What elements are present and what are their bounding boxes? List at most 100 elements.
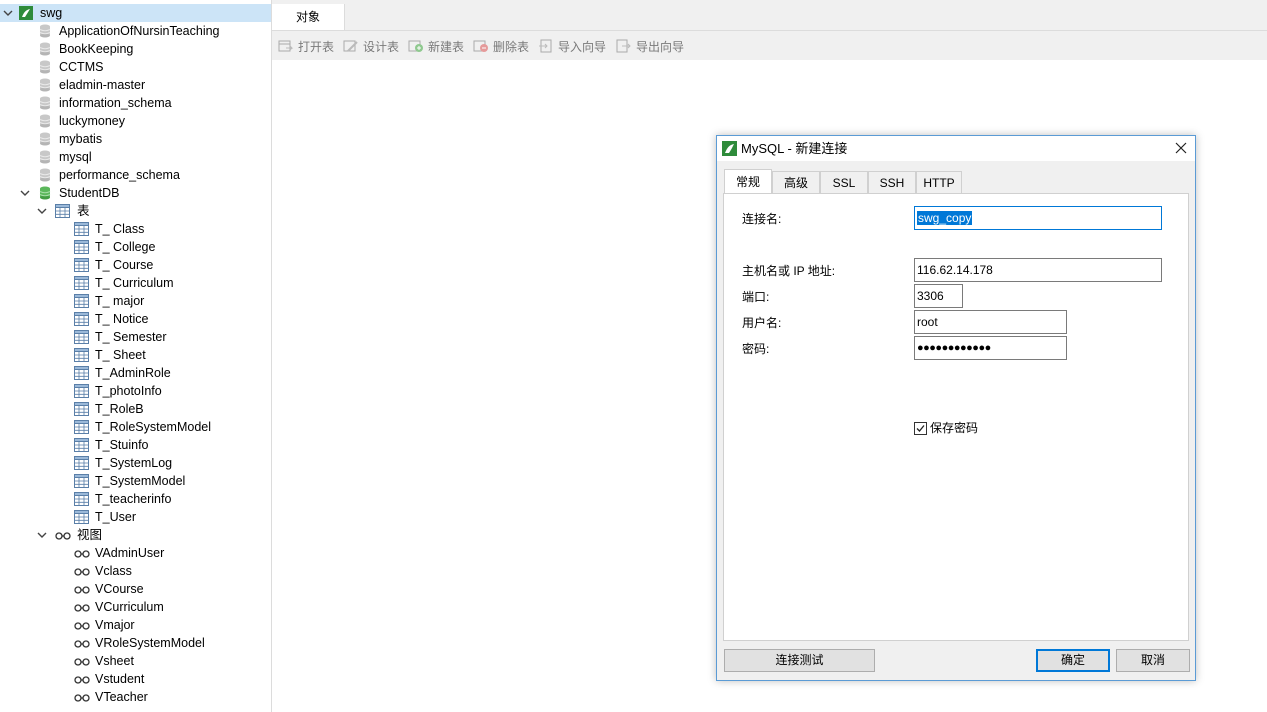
username-label: 用户名: — [742, 316, 782, 330]
tree-database[interactable]: performance_schema — [0, 166, 271, 184]
cancel-button[interactable]: 取消 — [1116, 649, 1190, 672]
connection-tree[interactable]: swg ApplicationOfNursinTeaching BookKeepi… — [0, 0, 272, 712]
tree-table[interactable]: T_ Semester — [0, 328, 271, 346]
chevron-down-icon[interactable] — [36, 526, 48, 544]
tree-folder-views-label: 视图 — [77, 528, 103, 542]
chevron-down-icon[interactable] — [19, 184, 31, 202]
tree-table[interactable]: T_AdminRole — [0, 364, 271, 382]
chevron-down-icon[interactable] — [36, 202, 48, 220]
database-icon — [39, 96, 53, 110]
host-input[interactable]: 116.62.14.178 — [914, 258, 1162, 282]
tree-view[interactable]: Vmajor — [0, 616, 271, 634]
tree-view[interactable]: VCurriculum — [0, 598, 271, 616]
table-icon — [74, 510, 89, 524]
delete-table-icon — [473, 40, 488, 52]
tab-objects[interactable]: 对象 — [272, 4, 345, 30]
view-icon — [74, 564, 90, 578]
password-input[interactable]: ●●●●●●●●●●●● — [914, 336, 1067, 360]
tree-table-label: T_RoleB — [95, 402, 144, 416]
dialog-tab-1[interactable]: 高级 — [772, 171, 820, 193]
save-password-checkbox[interactable] — [914, 422, 927, 435]
tree-view-label: VRoleSystemModel — [95, 636, 205, 650]
tree-table-label: T_SystemModel — [95, 474, 186, 488]
database-icon — [39, 168, 53, 182]
view-folder-icon — [55, 528, 71, 542]
table-icon — [74, 240, 89, 254]
view-icon — [74, 618, 90, 632]
database-icon — [39, 42, 53, 56]
tree-database[interactable]: eladmin-master — [0, 76, 271, 94]
tree-table[interactable]: T_Stuinfo — [0, 436, 271, 454]
database-icon — [39, 150, 53, 164]
tree-view[interactable]: VTeacher — [0, 688, 271, 706]
main-tab-bar: 对象 — [272, 4, 1267, 31]
tree-table[interactable]: T_ College — [0, 238, 271, 256]
tree-table[interactable]: T_ Course — [0, 256, 271, 274]
database-icon — [39, 24, 53, 38]
table-icon — [74, 474, 89, 488]
tree-view-label: VAdminUser — [95, 546, 165, 560]
tree-database[interactable]: mybatis — [0, 130, 271, 148]
tree-database[interactable]: mysql — [0, 148, 271, 166]
tree-table[interactable]: T_ major — [0, 292, 271, 310]
view-icon — [74, 654, 90, 668]
tree-database[interactable]: information_schema — [0, 94, 271, 112]
tree-table[interactable]: T_SystemModel — [0, 472, 271, 490]
tree-database[interactable]: ApplicationOfNursinTeaching — [0, 22, 271, 40]
view-icon — [74, 600, 90, 614]
tree-database[interactable]: luckymoney — [0, 112, 271, 130]
tree-table[interactable]: T_photoInfo — [0, 382, 271, 400]
tree-table[interactable]: T_ Notice — [0, 310, 271, 328]
import-wizard-icon — [539, 39, 552, 53]
dialog-tab-4[interactable]: HTTP — [916, 171, 962, 193]
tree-table-label: T_SystemLog — [95, 456, 173, 470]
tree-table[interactable]: T_ Class — [0, 220, 271, 238]
tree-database[interactable]: CCTMS — [0, 58, 271, 76]
dialog-title-bar[interactable]: MySQL - 新建连接 — [717, 136, 1195, 161]
tree-view[interactable]: Vstudent — [0, 670, 271, 688]
username-input[interactable]: root — [914, 310, 1067, 334]
port-input[interactable]: 3306 — [914, 284, 963, 308]
tree-table[interactable]: T_teacherinfo — [0, 490, 271, 508]
chevron-down-icon[interactable] — [2, 4, 14, 22]
test-connection-button[interactable]: 连接测试 — [724, 649, 875, 672]
tree-table[interactable]: T_RoleSystemModel — [0, 418, 271, 436]
ok-button[interactable]: 确定 — [1036, 649, 1110, 672]
dialog-tab-2[interactable]: SSL — [820, 171, 868, 193]
tree-database-label: mysql — [59, 150, 92, 164]
tree-view[interactable]: VCourse — [0, 580, 271, 598]
tree-database-label: CCTMS — [59, 60, 104, 74]
tree-table[interactable]: T_User — [0, 508, 271, 526]
tree-table[interactable]: T_ Sheet — [0, 346, 271, 364]
tree-table[interactable]: T_ Curriculum — [0, 274, 271, 292]
connection-name-input[interactable]: swg_copy — [914, 206, 1162, 230]
tree-table[interactable]: T_RoleB — [0, 400, 271, 418]
object-toolbar: 打开表 设计表 新建表 删除表 导入向导 导出向导 — [272, 31, 1267, 60]
table-icon — [74, 492, 89, 506]
tree-view[interactable]: VAdminUser — [0, 544, 271, 562]
close-icon[interactable] — [1173, 140, 1189, 156]
view-icon — [74, 546, 90, 560]
table-icon — [74, 384, 89, 398]
dialog-tab-0[interactable]: 常规 — [724, 169, 772, 194]
tree-view[interactable]: VRoleSystemModel — [0, 634, 271, 652]
tree-table-label: T_photoInfo — [95, 384, 162, 398]
export-wizard-icon — [616, 39, 631, 53]
database-icon — [39, 114, 53, 128]
tree-root-label: swg — [40, 6, 63, 20]
tree-database-label: mybatis — [59, 132, 103, 146]
tree-table[interactable]: T_SystemLog — [0, 454, 271, 472]
tree-view[interactable]: Vsheet — [0, 652, 271, 670]
tree-view-label: VCurriculum — [95, 600, 164, 614]
tree-view-label: Vmajor — [95, 618, 135, 632]
tree-table-label: T_RoleSystemModel — [95, 420, 212, 434]
tree-folder-tables[interactable]: 表 — [0, 202, 271, 220]
tree-folder-views[interactable]: 视图 — [0, 526, 271, 544]
tree-database-studentdb[interactable]: StudentDB — [0, 184, 271, 202]
tree-view[interactable]: Vclass — [0, 562, 271, 580]
tree-root-connection[interactable]: swg — [0, 4, 271, 22]
dialog-tab-3[interactable]: SSH — [868, 171, 916, 193]
tree-database[interactable]: BookKeeping — [0, 40, 271, 58]
tree-table-label: T_ College — [95, 240, 156, 254]
save-password-label[interactable]: 保存密码 — [930, 420, 978, 437]
